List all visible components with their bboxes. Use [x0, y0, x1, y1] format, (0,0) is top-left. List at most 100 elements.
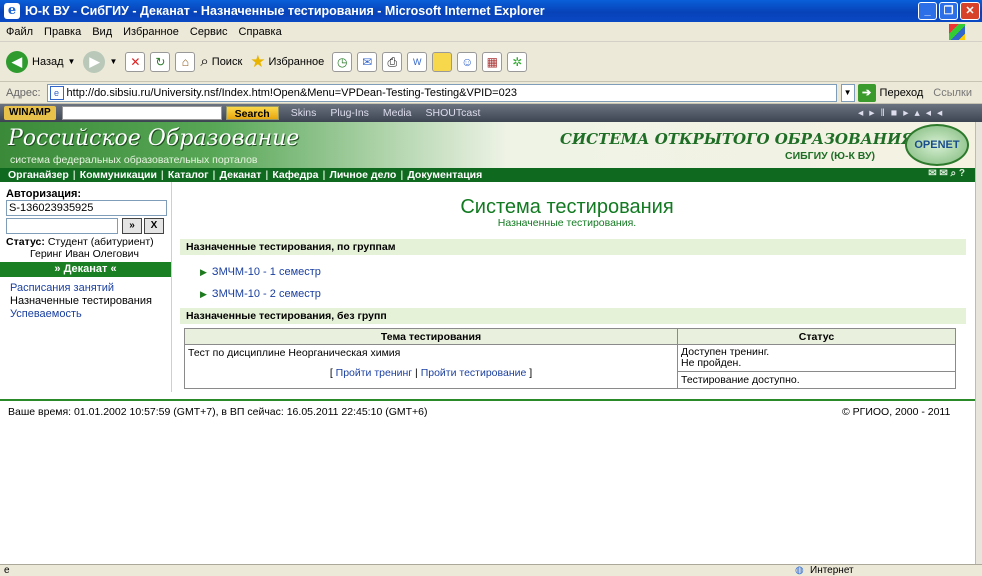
edit-icon[interactable]: W [407, 51, 428, 72]
mail-icon[interactable]: ✉ [357, 51, 378, 72]
brand-title: Российское Образование [8, 126, 300, 151]
go-button[interactable]: Переход [880, 87, 924, 99]
link-separator: | [415, 367, 418, 379]
topic-cell: Тест по дисциплине Неорганическая химия … [184, 344, 678, 389]
brand-subtitle: система федеральных образовательных порт… [10, 154, 258, 166]
minimize-button[interactable]: _ [918, 2, 937, 20]
winamp-search-input[interactable] [61, 106, 222, 120]
system-name: СИСТЕМА ОТКРЫТОГО ОБРАЗОВАНИЯ [560, 130, 915, 148]
winamp-plugins-menu[interactable]: Plug-Ins [330, 107, 369, 119]
star-icon: ★ [250, 51, 266, 71]
nav-catalog[interactable]: Каталог [168, 169, 209, 181]
sidebar-link-schedule[interactable]: Расписания занятий [10, 282, 114, 294]
back-arrow-icon: ◀ [6, 50, 28, 73]
group-item[interactable]: ▶ ЗМЧМ-10 - 2 семестр [200, 288, 321, 300]
sidebar: Авторизация: S-136023935925 » X Статус: … [0, 182, 172, 392]
nav-tool-icons[interactable]: ✉ ✉ ⌕ ? [928, 168, 965, 179]
openet-logo: OPENET [905, 124, 969, 166]
page-status-icon: e [4, 565, 10, 576]
group-item[interactable]: ▶ ЗМЧМ-10 - 1 семестр [200, 266, 321, 278]
refresh-icon[interactable]: ↻ [150, 51, 171, 72]
messenger-icon[interactable]: ☺ [457, 51, 478, 72]
links-button[interactable]: Ссылки [933, 87, 972, 99]
menu-help[interactable]: Справка [239, 26, 282, 38]
winamp-skins-menu[interactable]: Skins [291, 107, 317, 119]
password-input[interactable] [6, 218, 118, 234]
search-icon: ⌕ [200, 53, 209, 70]
sidebar-link-assigned-tests[interactable]: Назначенные тестирования [10, 295, 152, 307]
logout-button[interactable]: X [144, 218, 164, 234]
security-zone-label: Интернет [810, 565, 854, 576]
print-icon[interactable]: ⎙ [382, 51, 403, 72]
address-input[interactable]: e http://do.sibsiu.ru/University.nsf/Ind… [46, 83, 837, 102]
menu-file[interactable]: Файл [6, 26, 33, 38]
nav-department[interactable]: Кафедра [272, 169, 318, 181]
favorites-button[interactable]: ★ Избранное [250, 52, 324, 72]
menu-tools[interactable]: Сервис [190, 26, 228, 38]
winamp-shoutcast-menu[interactable]: SHOUTcast [426, 107, 481, 119]
group-link[interactable]: ЗМЧМ-10 - 2 семестр [212, 288, 321, 300]
page-icon: e [49, 85, 64, 100]
forward-button[interactable]: ▶ ▼ [83, 50, 118, 73]
portal-nav: Органайзер | Коммуникации | Каталог | Декан… [0, 168, 975, 182]
training-status-cell: Доступен тренинг. Не пройден. [677, 344, 956, 372]
status-label: Статус: [6, 236, 45, 248]
student-name: Геринг Иван Олегович [30, 248, 140, 260]
nav-personal-file[interactable]: Личное дело [329, 169, 396, 181]
browser-toolbar: ◀ Назад ▼ ▶ ▼ ✕ ↻ ⌂ ⌕ Поиск ★ Избранное … [0, 42, 982, 82]
nogroups-section-header: Назначенные тестирования, без групп [180, 308, 966, 324]
address-label: Адрес: [6, 86, 41, 99]
address-url: http://do.sibsiu.ru/University.nsf/Index… [66, 86, 517, 99]
winamp-player-controls[interactable]: ◂▸‖■▸▴◂◂ [858, 107, 948, 119]
internet-globe-icon: ◍ [795, 565, 804, 576]
history-icon[interactable]: ◷ [332, 51, 353, 72]
folder-icon[interactable] [432, 51, 453, 72]
winamp-media-menu[interactable]: Media [383, 107, 412, 119]
bracket-open: [ [329, 367, 333, 379]
close-button[interactable]: ✕ [960, 2, 980, 20]
menu-bar: Файл Правка Вид Избранное Сервис Справка [0, 22, 982, 42]
sidebar-link-progress[interactable]: Успеваемость [10, 308, 82, 320]
user-status: Статус: Студент (абитуриент) [6, 237, 154, 248]
winamp-toolbar: WINAMP Search Skins Plug-Ins Media SHOUT… [0, 104, 982, 122]
start-testing-link[interactable]: Пройти тестирование [421, 367, 527, 379]
winamp-logo: WINAMP [4, 106, 56, 120]
training-result: Не пройден. [681, 357, 742, 369]
menu-favorites[interactable]: Избранное [123, 26, 179, 38]
page-title: Система тестирования [460, 196, 674, 218]
chevron-down-icon: ▼ [109, 57, 118, 66]
address-bar: Адрес: e http://do.sibsiu.ru/University.… [0, 82, 982, 104]
nav-communications[interactable]: Коммуникации [80, 169, 157, 181]
window-title: Ю-К ВУ - СибГИУ - Деканат - Назначенные … [25, 4, 545, 18]
messenger-people-icon[interactable]: ✲ [507, 51, 528, 72]
address-dropdown-button[interactable]: ▼ [840, 83, 855, 102]
vertical-scrollbar[interactable] [975, 122, 982, 564]
bracket-close: ] [529, 367, 533, 379]
ie-icon: e [4, 3, 20, 19]
copyright: © РГИОО, 2000 - 2011 [842, 406, 951, 418]
menu-view[interactable]: Вид [92, 26, 112, 38]
status-bar: e ◍ Интернет [0, 564, 982, 576]
page-viewport: Российское Образование система федеральн… [0, 122, 975, 564]
back-label: Назад [32, 55, 64, 68]
back-button[interactable]: ◀ Назад ▼ [6, 50, 75, 73]
forward-arrow-icon: ▶ [83, 50, 106, 73]
maximize-button[interactable]: ❐ [939, 2, 958, 20]
research-icon[interactable]: ▦ [482, 51, 503, 72]
column-header-status: Статус [677, 328, 956, 345]
go-arrow-icon[interactable]: ➔ [857, 83, 876, 102]
login-submit-button[interactable]: » [122, 218, 142, 234]
nav-organizer[interactable]: Органайзер [8, 169, 69, 181]
dean-section-header: » Деканат « [0, 262, 171, 277]
winamp-search-button[interactable]: Search [225, 106, 279, 120]
nav-documentation[interactable]: Документация [407, 169, 482, 181]
test-topic: Тест по дисциплине Неорганическая химия [188, 347, 401, 359]
nav-dean[interactable]: Деканат [220, 169, 262, 181]
login-input[interactable]: S-136023935925 [6, 200, 167, 216]
home-icon[interactable]: ⌂ [175, 51, 196, 72]
search-button[interactable]: ⌕ Поиск [200, 53, 242, 70]
start-training-link[interactable]: Пройти тренинг [336, 367, 412, 379]
stop-icon[interactable]: ✕ [125, 51, 146, 72]
group-link[interactable]: ЗМЧМ-10 - 1 семестр [212, 266, 321, 278]
menu-edit[interactable]: Правка [44, 26, 81, 38]
